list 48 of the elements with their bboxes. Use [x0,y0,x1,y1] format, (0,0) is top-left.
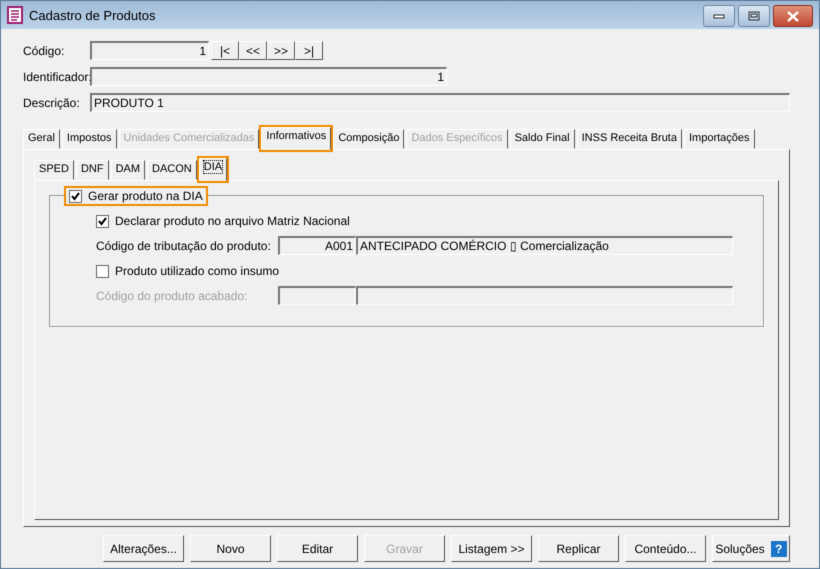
field-label: Código de tributação do produto: [96,238,272,252]
nav-button[interactable]: >> [267,41,295,60]
tab[interactable]: Saldo Final [510,129,575,149]
action-button[interactable]: Replicar [538,535,619,562]
field-label: Identificador: [23,70,90,84]
tab[interactable]: Informativos [261,127,332,150]
action-button[interactable]: Editar [277,535,358,562]
help-button[interactable]: Soluções ? [712,535,790,562]
nav-button[interactable]: >| [295,41,323,60]
tab[interactable]: INSS Receita Bruta [576,129,682,149]
window-title: Cadastro de Produtos [29,8,156,22]
group-checkbox[interactable]: Gerar produto na DIA [64,186,208,206]
close-button[interactable] [773,5,813,27]
nav-button[interactable]: << [239,41,267,60]
field-label: Código do produto acabado: [96,288,248,302]
action-button[interactable]: Alterações... [103,535,184,562]
nav-button[interactable]: |< [211,41,239,60]
tab[interactable]: DACON [147,160,197,180]
check-icon [98,216,107,226]
tab[interactable]: DIA [198,158,228,181]
close-icon [786,10,800,22]
minimize-icon [713,13,725,19]
description-field[interactable]: PRODUTO 1 [90,93,790,112]
description-field[interactable] [356,286,733,305]
tab[interactable]: DNF [76,160,109,180]
check-icon [71,192,80,200]
tab[interactable]: Impostos [62,129,117,149]
code-field[interactable]: A001 [278,236,356,255]
code-field[interactable] [278,286,356,305]
code-field[interactable]: 1 [90,41,209,60]
document-icon [7,6,23,24]
tab[interactable]: DAM [110,160,146,180]
field-label: Descrição: [23,96,81,110]
description-field[interactable]: ANTECIPADO COMÉRCIO ▯ Comercialização [356,236,733,255]
checkbox[interactable]: Produto utilizado como insumo [96,262,733,280]
action-button[interactable]: Listagem >> [451,535,532,562]
tab[interactable]: SPED [34,160,74,180]
tab[interactable]: Geral [23,129,60,149]
action-button[interactable]: Conteúdo... [625,535,706,562]
tab[interactable]: Importações [684,129,755,149]
maximize-button[interactable] [738,5,770,27]
action-button[interactable]: Novo [190,535,271,562]
maximize-icon [748,11,760,21]
identifier-field[interactable]: 1 [90,67,447,86]
checkbox[interactable]: Declarar produto no arquivo Matriz Nacional [96,212,733,230]
minimize-button[interactable] [703,5,735,27]
tab[interactable]: Composição [333,129,404,149]
field-label: Código: [23,44,66,58]
